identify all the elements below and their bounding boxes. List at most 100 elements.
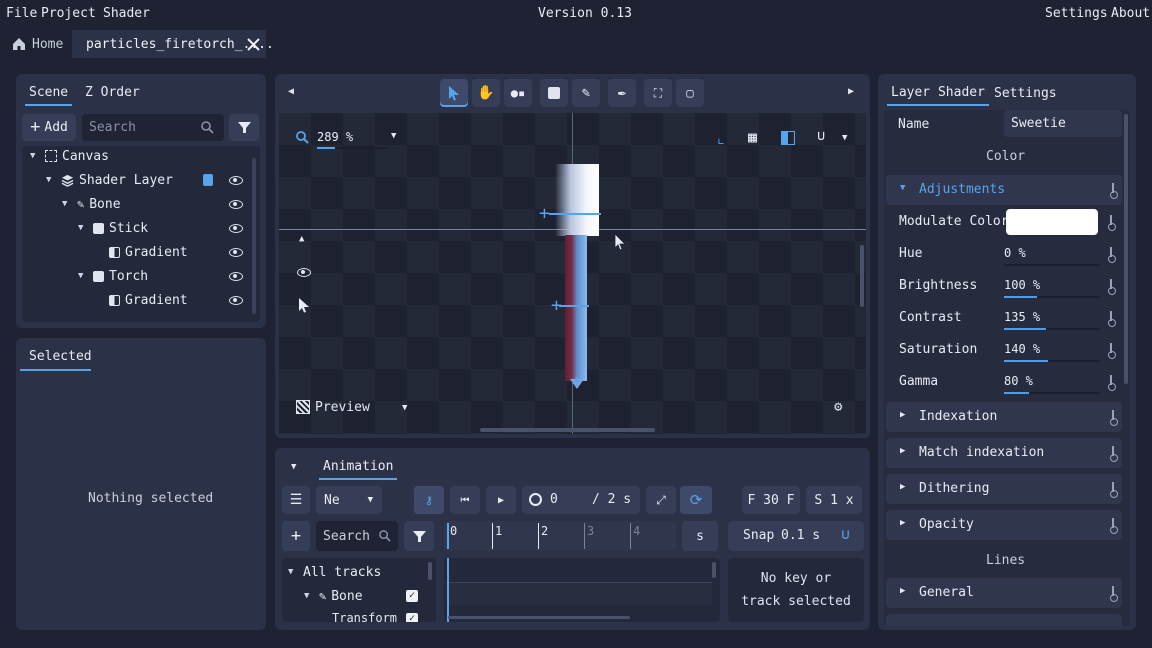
collapse-icon[interactable]: ▼ bbox=[304, 591, 314, 601]
keyframe-pin-icon[interactable] bbox=[1108, 279, 1116, 295]
zoom-control[interactable]: 289 % ▼ bbox=[296, 129, 416, 149]
tree-item-gradient[interactable]: Gradient bbox=[109, 241, 188, 263]
brightness-slider[interactable] bbox=[1004, 296, 1100, 298]
speed-field[interactable]: S 1 x bbox=[806, 486, 862, 514]
collapse-icon[interactable]: ▼ bbox=[30, 151, 40, 161]
viewport-v-scrollbar[interactable] bbox=[860, 245, 864, 307]
focus-tool-button[interactable]: ⛶ bbox=[644, 79, 672, 107]
eye-icon[interactable] bbox=[297, 268, 311, 277]
visibility-eye-icon[interactable] bbox=[229, 296, 243, 305]
keyframe-pin-icon[interactable] bbox=[1110, 482, 1118, 498]
tab-home[interactable]: Home bbox=[4, 30, 71, 58]
tab-animation[interactable]: Animation bbox=[318, 459, 398, 480]
keyframe-pin-icon[interactable] bbox=[1108, 215, 1116, 231]
section-adjustments[interactable]: ▼ Adjustments bbox=[886, 175, 1122, 205]
grid-icon[interactable]: ▦ bbox=[748, 128, 757, 146]
prop-gamma[interactable]: Gamma 80 % bbox=[898, 367, 1118, 397]
loop-button[interactable]: ⟳ bbox=[680, 486, 712, 514]
fps-field[interactable]: F 30 F bbox=[742, 486, 800, 514]
tab-selected[interactable]: Selected bbox=[29, 349, 92, 364]
visibility-eye-icon[interactable] bbox=[229, 224, 243, 233]
track-search-input[interactable]: Search bbox=[316, 521, 398, 551]
track-checkbox[interactable]: ✓ bbox=[406, 613, 418, 622]
preview-dropdown[interactable]: Preview ▼ bbox=[296, 399, 416, 417]
record-key-button[interactable]: ⚷ bbox=[414, 486, 444, 514]
visibility-eye-icon[interactable] bbox=[229, 176, 243, 185]
transform-tool-button[interactable]: ▢ bbox=[676, 79, 704, 107]
bone-handle-icon[interactable]: + bbox=[571, 371, 582, 392]
bone-tool-button[interactable]: ●▪ bbox=[504, 79, 532, 107]
timeline-h-scrollbar[interactable] bbox=[448, 616, 630, 619]
add-node-button[interactable]: + Add bbox=[22, 114, 76, 141]
tree-item-bone[interactable]: ▼ ✎ Bone bbox=[62, 193, 121, 215]
tab-file[interactable]: particles_firetorch_.... bbox=[72, 30, 274, 58]
canvas-viewport[interactable]: + + + bbox=[279, 113, 866, 434]
visibility-eye-icon[interactable] bbox=[229, 200, 243, 209]
tab-scene[interactable]: Scene bbox=[24, 85, 73, 106]
animation-menu-button[interactable]: ☰ bbox=[282, 486, 310, 514]
tree-item-stick[interactable]: ▼ Stick bbox=[78, 217, 148, 239]
section-indexation[interactable]: ▶ Indexation bbox=[886, 402, 1122, 432]
modulate-color-swatch[interactable] bbox=[1006, 209, 1098, 235]
play-button[interactable]: ▶ bbox=[486, 486, 516, 514]
scroll-left-icon[interactable]: ◀ bbox=[288, 86, 294, 97]
time-field[interactable]: 0 / 2 s bbox=[522, 486, 640, 514]
magnet-icon[interactable]: ∪ bbox=[817, 128, 825, 144]
keyframe-pin-icon[interactable] bbox=[1110, 518, 1118, 534]
script-icon[interactable] bbox=[203, 174, 213, 186]
keyframe-pin-icon[interactable] bbox=[1110, 183, 1118, 199]
track-filter-button[interactable] bbox=[404, 521, 434, 551]
menu-project[interactable]: Project bbox=[41, 6, 96, 21]
collapse-icon[interactable]: ▼ bbox=[78, 271, 88, 281]
pan-tool-button[interactable]: ✋ bbox=[472, 79, 500, 107]
menu-file[interactable]: File bbox=[6, 6, 37, 21]
collapse-icon[interactable]: ▼ bbox=[78, 223, 88, 233]
pin-tool-button[interactable]: ✒ bbox=[608, 79, 636, 107]
hue-slider[interactable] bbox=[1004, 264, 1100, 266]
snap-axes-icon[interactable]: ⌞ bbox=[716, 128, 726, 147]
track-all[interactable]: ▼ All tracks bbox=[288, 561, 381, 583]
keyframe-pin-icon[interactable] bbox=[1110, 586, 1118, 602]
track-bone[interactable]: ▼ ✎ Bone bbox=[304, 585, 363, 607]
visibility-eye-icon[interactable] bbox=[229, 248, 243, 257]
scroll-right-icon[interactable]: ▶ bbox=[848, 86, 854, 97]
keyframe-pin-icon[interactable] bbox=[1110, 446, 1118, 462]
animation-select[interactable]: Ne ▼ bbox=[316, 486, 382, 514]
checker-icon[interactable] bbox=[781, 131, 795, 145]
keyframe-pin-icon[interactable] bbox=[1108, 343, 1116, 359]
scene-tree-scrollbar[interactable] bbox=[252, 158, 256, 314]
gamma-slider[interactable] bbox=[1004, 392, 1100, 394]
track-list-scrollbar[interactable] bbox=[428, 562, 432, 580]
settings-icon[interactable]: ⚙ bbox=[834, 399, 842, 415]
section-match-indexation[interactable]: ▶ Match indexation bbox=[886, 438, 1122, 468]
tree-item-gradient[interactable]: Gradient bbox=[109, 289, 188, 311]
magnet-icon[interactable]: ∪ bbox=[841, 525, 850, 543]
tab-z-order[interactable]: Z Order bbox=[85, 85, 140, 100]
prop-contrast[interactable]: Contrast 135 % bbox=[898, 303, 1118, 333]
menu-settings[interactable]: Settings bbox=[1045, 6, 1108, 21]
keyframe-pin-icon[interactable] bbox=[1108, 247, 1116, 263]
tab-layer-shader[interactable]: Layer Shader bbox=[887, 85, 989, 106]
go-start-button[interactable]: ⏮ bbox=[450, 486, 480, 514]
arrow-up-icon[interactable]: ▲ bbox=[299, 234, 304, 244]
chevron-down-icon[interactable]: ▼ bbox=[842, 133, 847, 143]
menu-shader[interactable]: Shader bbox=[103, 6, 150, 21]
close-icon[interactable] bbox=[247, 37, 260, 51]
bone-draw-tool-button[interactable]: ✎ bbox=[572, 79, 600, 107]
contrast-slider[interactable] bbox=[1004, 328, 1100, 330]
section-opacity[interactable]: ▶ Opacity bbox=[886, 510, 1122, 540]
collapse-icon[interactable]: ▼ bbox=[62, 199, 72, 209]
prop-brightness[interactable]: Brightness 100 % bbox=[898, 271, 1118, 301]
inspector-scrollbar[interactable] bbox=[1124, 114, 1128, 384]
visibility-eye-icon[interactable] bbox=[229, 272, 243, 281]
snap-field[interactable]: Snap 0.1 s ∪ bbox=[728, 521, 864, 551]
section-dithering[interactable]: ▶ Dithering bbox=[886, 474, 1122, 504]
prop-hue[interactable]: Hue 0 % bbox=[898, 239, 1118, 269]
cursor-icon[interactable] bbox=[298, 297, 310, 313]
prop-saturation[interactable]: Saturation 140 % bbox=[898, 335, 1118, 365]
layer-name-input[interactable]: Sweetie bbox=[1004, 110, 1122, 137]
shape-tool-button[interactable] bbox=[540, 79, 568, 107]
collapse-icon[interactable]: ▼ bbox=[46, 175, 56, 185]
keyframe-pin-icon[interactable] bbox=[1108, 311, 1116, 327]
keyframe-pin-icon[interactable] bbox=[1110, 410, 1118, 426]
